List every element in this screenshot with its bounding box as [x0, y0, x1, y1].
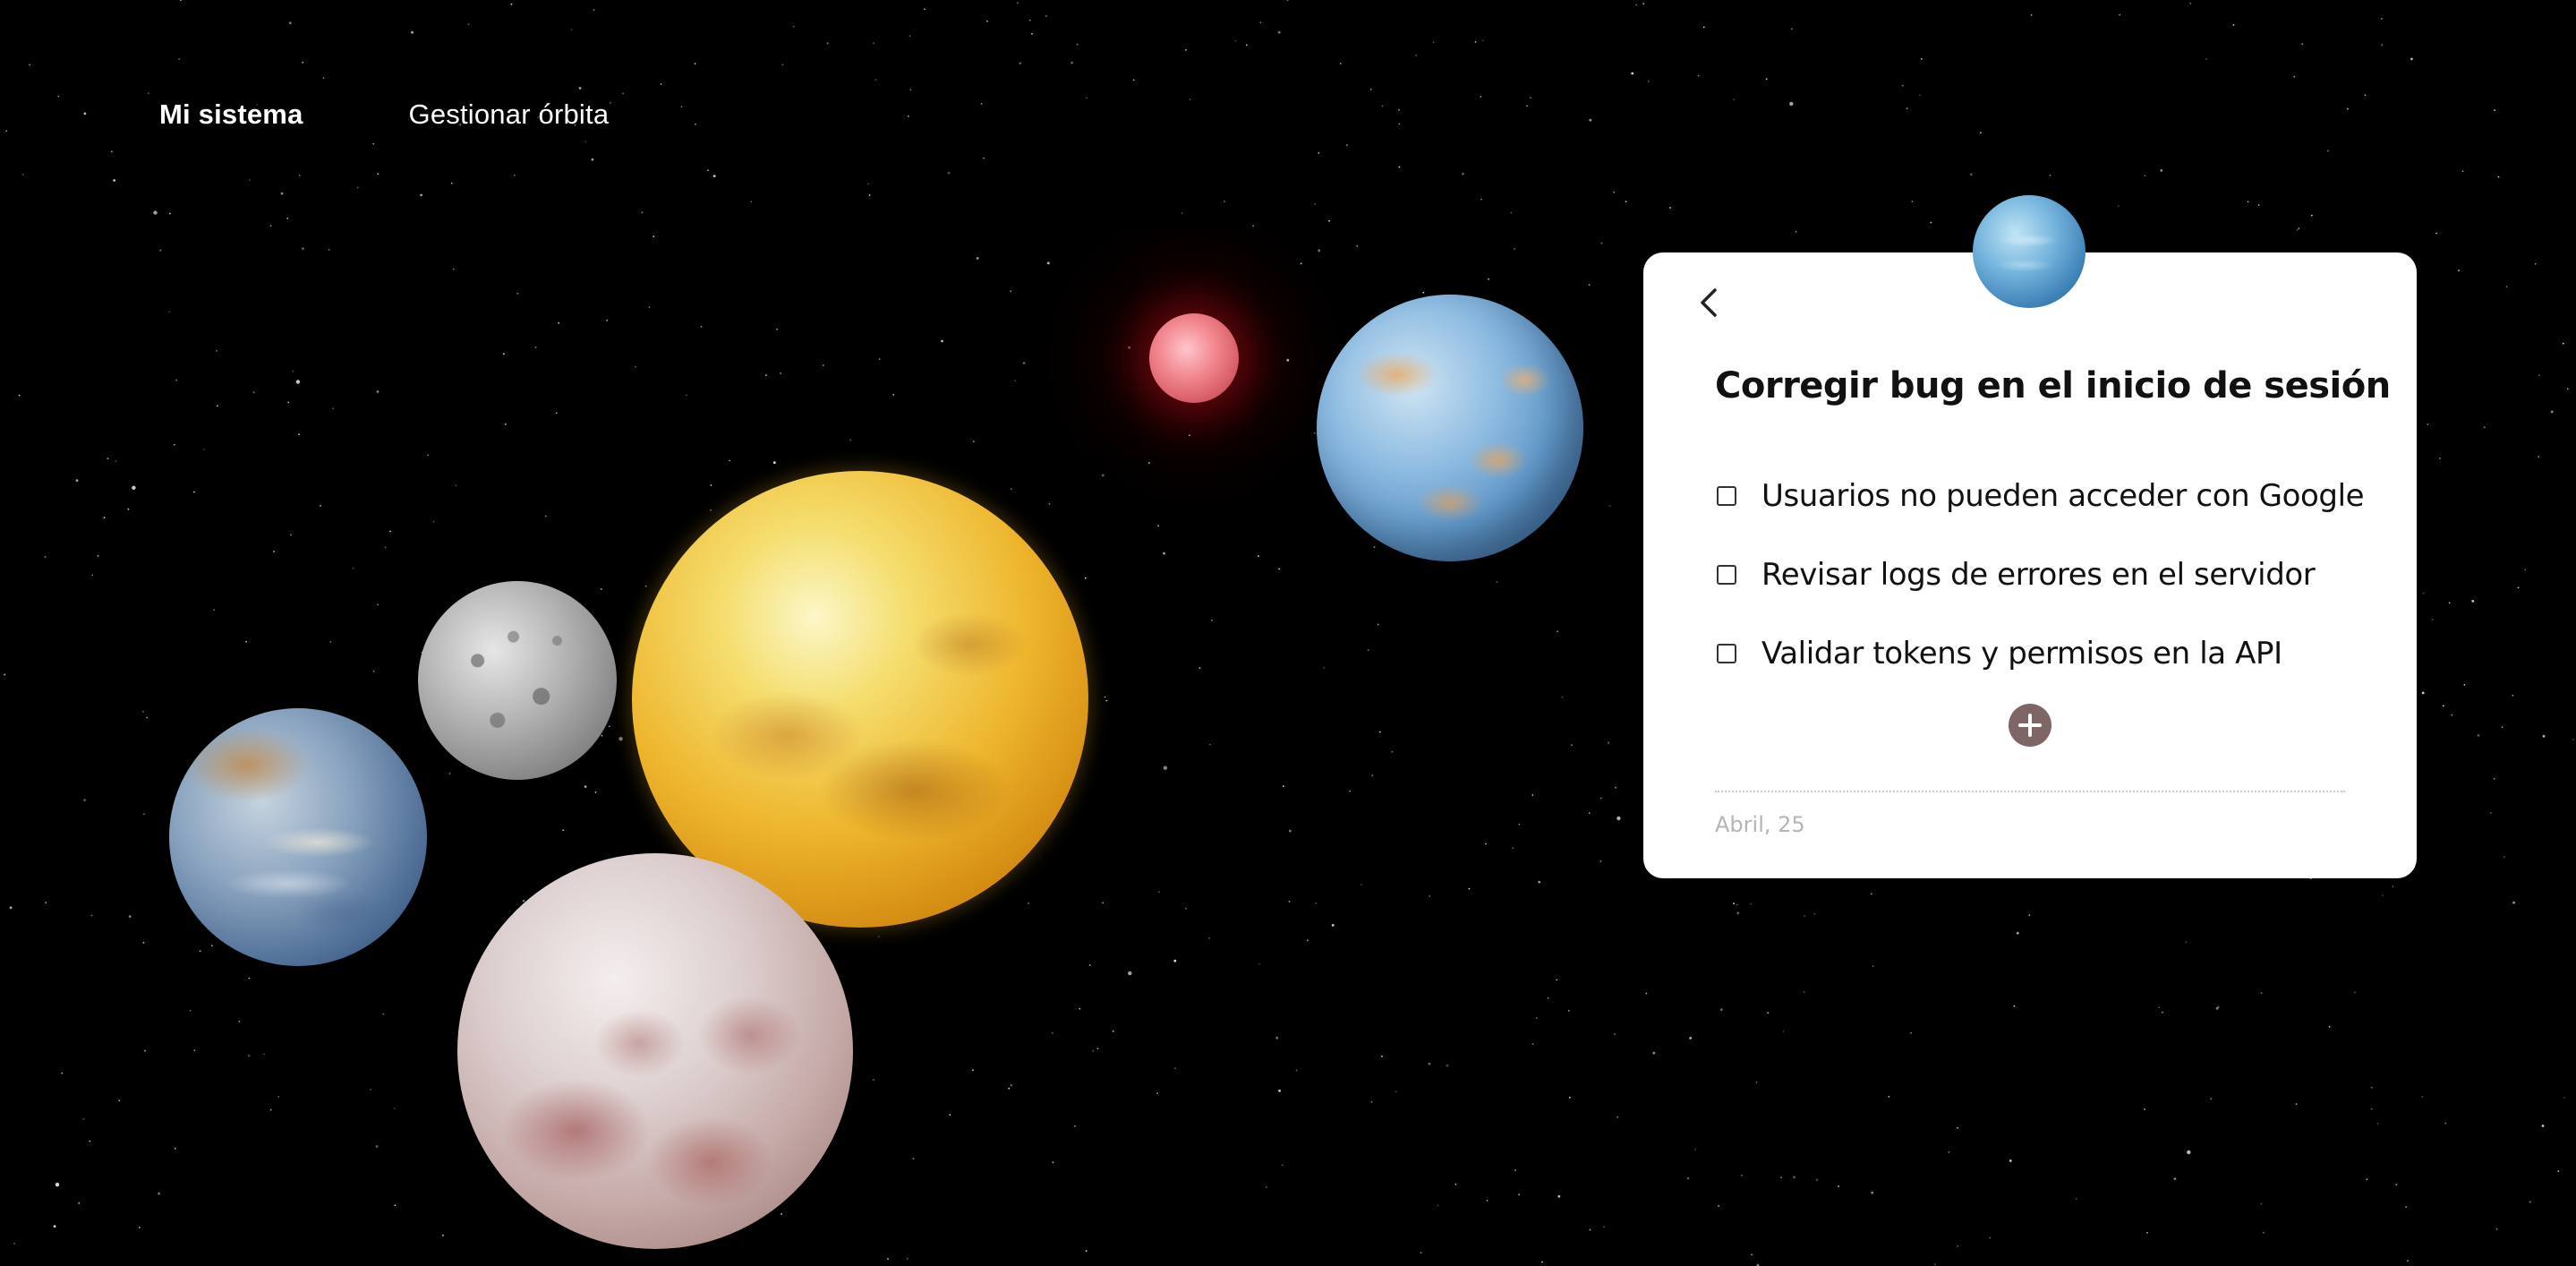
back-button[interactable]: [1693, 283, 1726, 322]
planet-red-star[interactable]: [1149, 313, 1239, 403]
chevron-left-icon: [1701, 288, 1717, 317]
planet-pink-white[interactable]: [457, 853, 853, 1249]
task-card: Corregir bug en el inicio de sesión Usua…: [1643, 252, 2417, 878]
task-title: Corregir bug en el inicio de sesión: [1715, 365, 2391, 406]
card-planet-avatar: [1973, 195, 2086, 308]
checklist-item: Usuarios no pueden acceder con Google: [1715, 457, 2365, 535]
card-divider: [1715, 791, 2345, 792]
checklist-item-label: Usuarios no pueden acceder con Google: [1761, 478, 2365, 514]
checklist-item-label: Validar tokens y permisos en la API: [1761, 636, 2282, 671]
add-item-button[interactable]: [2009, 704, 2051, 747]
checklist-item-label: Revisar logs de errores en el servidor: [1761, 557, 2316, 593]
planet-jupiter-like[interactable]: [169, 708, 427, 966]
checklist-item: Revisar logs de errores en el servidor: [1715, 535, 2364, 614]
planet-blue[interactable]: [1317, 295, 1583, 561]
top-nav: Mi sistema Gestionar órbita: [159, 98, 609, 131]
nav-mi-sistema[interactable]: Mi sistema: [159, 98, 303, 131]
planet-gray-moon[interactable]: [418, 581, 617, 780]
checkbox[interactable]: [1717, 486, 1736, 506]
checkbox[interactable]: [1717, 565, 1736, 585]
space-background: Mi sistema Gestionar órbita Corregir bug…: [0, 0, 2576, 1266]
task-checklist: Usuarios no pueden acceder con Google Re…: [1715, 457, 2365, 693]
task-date: Abril, 25: [1715, 812, 1805, 837]
nav-gestionar-orbita[interactable]: Gestionar órbita: [409, 98, 610, 131]
checkbox[interactable]: [1717, 644, 1736, 663]
checklist-item: Validar tokens y permisos en la API: [1715, 614, 2364, 693]
